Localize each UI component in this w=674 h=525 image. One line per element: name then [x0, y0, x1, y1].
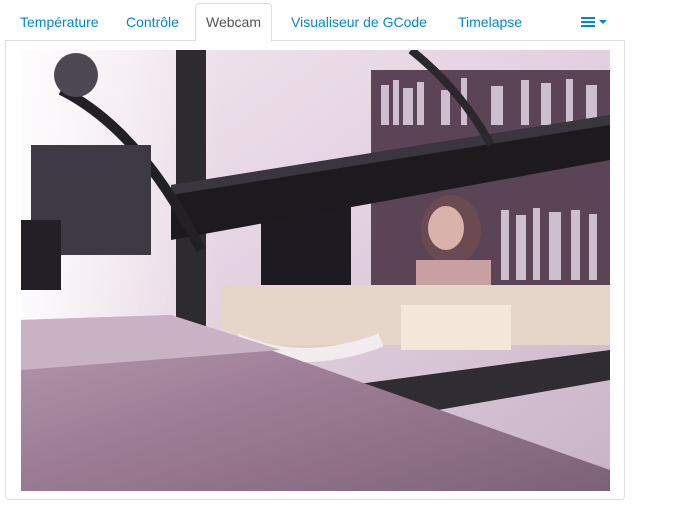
webcam-stream [21, 50, 610, 491]
hamburger-icon [581, 17, 595, 27]
tab-timelapse[interactable]: Timelapse [448, 3, 532, 41]
caret-down-icon [599, 20, 607, 24]
tab-control[interactable]: Contrôle [116, 3, 189, 41]
tabs-menu-button[interactable] [575, 12, 613, 34]
tab-bar: Température Contrôle Webcam Visualiseur … [5, 3, 625, 42]
tab-gcode-viewer[interactable]: Visualiseur de GCode [281, 3, 437, 41]
tab-temperature[interactable]: Température [10, 3, 109, 41]
webcam-stream-image [21, 50, 610, 491]
tab-webcam[interactable]: Webcam [195, 3, 272, 42]
